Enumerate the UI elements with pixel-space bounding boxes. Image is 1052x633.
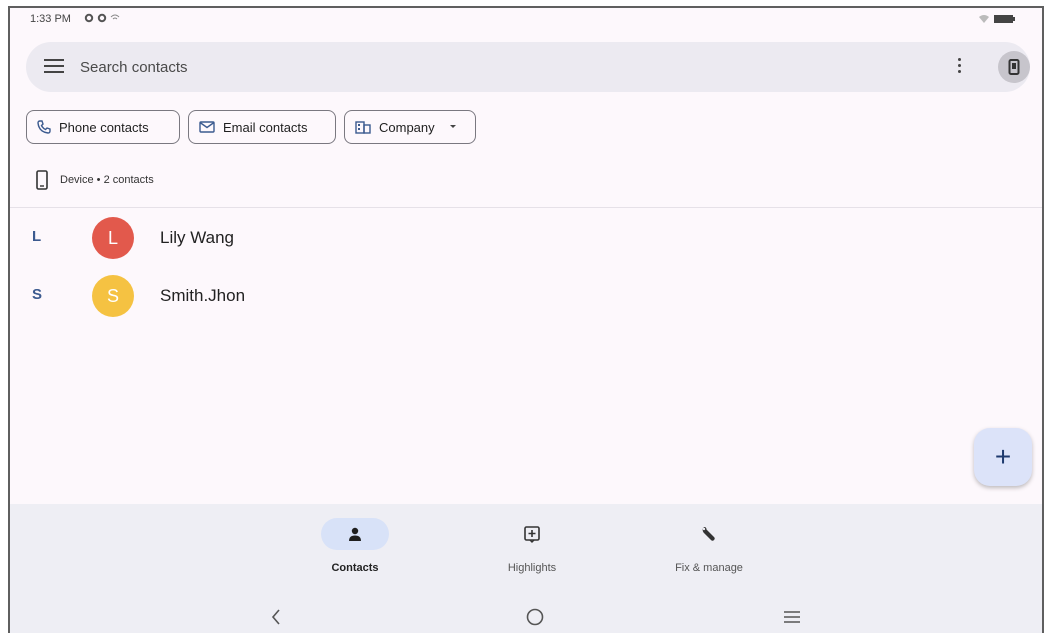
nav-pill bbox=[498, 518, 566, 550]
nav-pill bbox=[675, 518, 743, 550]
back-chevron-icon bbox=[271, 609, 280, 625]
wrench-icon bbox=[702, 527, 715, 541]
nav-label: Contacts bbox=[331, 562, 379, 574]
device-icon bbox=[36, 170, 48, 190]
wifi-icon bbox=[979, 15, 989, 23]
nav-label: Fix & manage bbox=[675, 562, 743, 574]
device-icon bbox=[1008, 59, 1020, 75]
avatar-initial: L bbox=[107, 227, 118, 248]
chip-phone-contacts[interactable]: Phone contacts bbox=[26, 110, 180, 144]
chip-email-contacts[interactable]: Email contacts bbox=[188, 110, 336, 144]
status-time: 1:33 PM bbox=[30, 13, 71, 25]
app-window: 1:33 PM Phone contacts Email contacts bbox=[8, 6, 1044, 633]
battery-icon bbox=[994, 15, 1015, 23]
menu-icon[interactable] bbox=[44, 59, 64, 75]
status-bar: 1:33 PM bbox=[10, 8, 1042, 34]
chip-label: Email contacts bbox=[223, 119, 308, 135]
nav-item-contacts[interactable]: Contacts bbox=[300, 518, 410, 574]
device-label: Device • 2 contacts bbox=[60, 174, 154, 186]
section-letter: S bbox=[32, 286, 43, 303]
account-button[interactable] bbox=[998, 51, 1030, 83]
phone-icon bbox=[37, 120, 51, 134]
dropdown-arrow-icon bbox=[449, 125, 456, 128]
avatar: L bbox=[92, 217, 134, 259]
system-back-button[interactable] bbox=[256, 602, 296, 632]
section-letter: L bbox=[32, 228, 42, 245]
search-input[interactable] bbox=[80, 52, 880, 82]
contact-row-lily-wang[interactable]: L L Lily Wang bbox=[10, 210, 1042, 266]
status-system-icons bbox=[978, 14, 1016, 24]
gear-icon bbox=[97, 13, 107, 23]
add-contact-button[interactable]: + bbox=[974, 428, 1032, 486]
home-circle-icon bbox=[526, 608, 544, 626]
avatar: S bbox=[92, 275, 134, 317]
highlights-icon bbox=[524, 526, 540, 543]
chip-label: Phone contacts bbox=[59, 119, 149, 135]
plus-icon: + bbox=[994, 441, 1012, 472]
system-home-button[interactable] bbox=[515, 602, 555, 632]
nav-label: Highlights bbox=[507, 562, 557, 574]
nav-item-fix-manage[interactable]: Fix & manage bbox=[654, 518, 764, 574]
search-bar bbox=[26, 42, 1030, 92]
nav-pill bbox=[321, 518, 389, 550]
nav-item-highlights[interactable]: Highlights bbox=[477, 518, 587, 574]
contact-name: Smith.Jhon bbox=[160, 286, 246, 305]
company-icon bbox=[355, 121, 371, 134]
gear-icon bbox=[84, 13, 94, 23]
person-icon bbox=[349, 527, 361, 541]
avatar-initial: S bbox=[106, 285, 119, 306]
recents-lines-icon bbox=[784, 611, 800, 623]
system-recents-button[interactable] bbox=[772, 602, 812, 632]
chip-company[interactable]: Company bbox=[344, 110, 476, 144]
contact-row-smith-jhon[interactable]: S S Smith.Jhon bbox=[10, 268, 1042, 324]
divider bbox=[10, 207, 1042, 208]
device-account-row: Device • 2 contacts bbox=[36, 170, 154, 190]
contact-name: Lily Wang bbox=[160, 228, 235, 247]
status-notification-icons bbox=[84, 13, 120, 23]
chip-label: Company bbox=[379, 119, 435, 135]
more-options-icon[interactable] bbox=[954, 56, 964, 78]
wifi-small-icon bbox=[110, 14, 120, 20]
email-icon bbox=[199, 121, 215, 133]
